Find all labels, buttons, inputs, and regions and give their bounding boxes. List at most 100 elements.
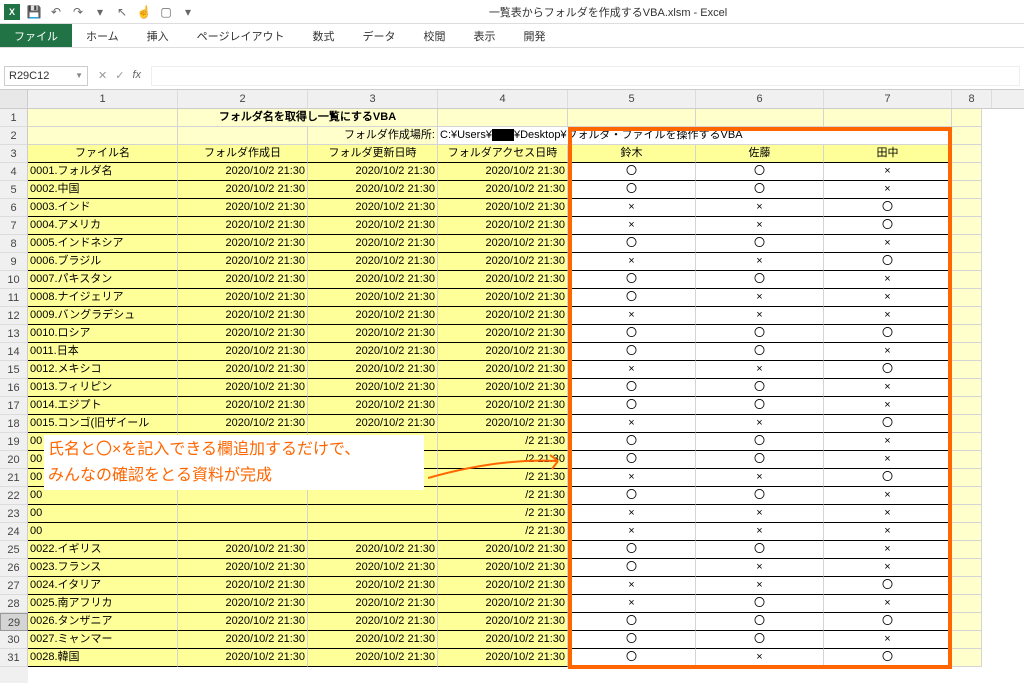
check-sato[interactable]: 〇: [696, 451, 824, 469]
check-sato[interactable]: 〇: [696, 541, 824, 559]
date-updated[interactable]: 2020/10/2 21:30: [308, 343, 438, 361]
date-access[interactable]: 2020/10/2 21:30: [438, 325, 568, 343]
date-updated[interactable]: 2020/10/2 21:30: [308, 559, 438, 577]
cell[interactable]: [696, 109, 824, 127]
check-suzuki[interactable]: 〇: [568, 451, 696, 469]
row-header[interactable]: 13: [0, 325, 28, 343]
date-access[interactable]: 2020/10/2 21:30: [438, 613, 568, 631]
check-tanaka[interactable]: 〇: [824, 649, 952, 667]
row-header[interactable]: 16: [0, 379, 28, 397]
check-sato[interactable]: ×: [696, 577, 824, 595]
file-name[interactable]: 0023.フランス: [28, 559, 178, 577]
date-updated[interactable]: 2020/10/2 21:30: [308, 541, 438, 559]
date-access[interactable]: /2 21:30: [438, 487, 568, 505]
date-created[interactable]: 2020/10/2 21:30: [178, 235, 308, 253]
date-created[interactable]: 2020/10/2 21:30: [178, 649, 308, 667]
file-name[interactable]: 0025.南アフリカ: [28, 595, 178, 613]
file-name[interactable]: 0010.ロシア: [28, 325, 178, 343]
cell[interactable]: [952, 127, 982, 145]
col-header[interactable]: 4: [438, 90, 568, 108]
cell[interactable]: [952, 181, 982, 199]
cell[interactable]: [952, 451, 982, 469]
dropdown-icon[interactable]: ▾: [92, 4, 108, 20]
check-tanaka[interactable]: ×: [824, 559, 952, 577]
col-header[interactable]: 6: [696, 90, 824, 108]
check-tanaka[interactable]: ×: [824, 379, 952, 397]
file-name[interactable]: 0014.エジプト: [28, 397, 178, 415]
col-header[interactable]: 7: [824, 90, 952, 108]
check-suzuki[interactable]: ×: [568, 253, 696, 271]
date-access[interactable]: /2 21:30: [438, 505, 568, 523]
check-tanaka[interactable]: 〇: [824, 415, 952, 433]
cell[interactable]: [952, 595, 982, 613]
date-updated[interactable]: 2020/10/2 21:30: [308, 271, 438, 289]
check-tanaka[interactable]: ×: [824, 541, 952, 559]
row-header[interactable]: 10: [0, 271, 28, 289]
name-box-dropdown-icon[interactable]: ▼: [75, 71, 83, 80]
tab-dev[interactable]: 開発: [509, 24, 559, 47]
date-created[interactable]: [178, 523, 308, 541]
check-sato[interactable]: 〇: [696, 613, 824, 631]
check-suzuki[interactable]: 〇: [568, 631, 696, 649]
date-access[interactable]: 2020/10/2 21:30: [438, 577, 568, 595]
file-name[interactable]: 0028.韓国: [28, 649, 178, 667]
date-updated[interactable]: 2020/10/2 21:30: [308, 217, 438, 235]
date-updated[interactable]: 2020/10/2 21:30: [308, 325, 438, 343]
date-access[interactable]: 2020/10/2 21:30: [438, 343, 568, 361]
date-access[interactable]: 2020/10/2 21:30: [438, 271, 568, 289]
cell[interactable]: [952, 379, 982, 397]
file-name[interactable]: 0012.メキシコ: [28, 361, 178, 379]
check-sato[interactable]: 〇: [696, 487, 824, 505]
cell[interactable]: [952, 541, 982, 559]
date-created[interactable]: 2020/10/2 21:30: [178, 559, 308, 577]
row-header[interactable]: 9: [0, 253, 28, 271]
check-sato[interactable]: ×: [696, 505, 824, 523]
date-access[interactable]: 2020/10/2 21:30: [438, 361, 568, 379]
row-header[interactable]: 31: [0, 649, 28, 667]
cell[interactable]: [952, 415, 982, 433]
cell[interactable]: [952, 397, 982, 415]
cell[interactable]: [952, 523, 982, 541]
col-header[interactable]: 2: [178, 90, 308, 108]
check-sato[interactable]: ×: [696, 307, 824, 325]
tab-formula[interactable]: 数式: [298, 24, 348, 47]
check-suzuki[interactable]: 〇: [568, 397, 696, 415]
check-sato[interactable]: ×: [696, 523, 824, 541]
date-created[interactable]: 2020/10/2 21:30: [178, 595, 308, 613]
date-created[interactable]: 2020/10/2 21:30: [178, 217, 308, 235]
cell[interactable]: [952, 505, 982, 523]
cell[interactable]: [952, 289, 982, 307]
check-suzuki[interactable]: 〇: [568, 325, 696, 343]
touch-icon[interactable]: ☝: [136, 4, 152, 20]
check-tanaka[interactable]: ×: [824, 235, 952, 253]
check-tanaka[interactable]: ×: [824, 271, 952, 289]
date-updated[interactable]: 2020/10/2 21:30: [308, 307, 438, 325]
check-suzuki[interactable]: ×: [568, 469, 696, 487]
date-access[interactable]: 2020/10/2 21:30: [438, 595, 568, 613]
col-header[interactable]: 1: [28, 90, 178, 108]
date-created[interactable]: 2020/10/2 21:30: [178, 181, 308, 199]
date-updated[interactable]: 2020/10/2 21:30: [308, 631, 438, 649]
check-tanaka[interactable]: ×: [824, 433, 952, 451]
row-header[interactable]: 18: [0, 415, 28, 433]
check-sato[interactable]: 〇: [696, 595, 824, 613]
file-name[interactable]: 0024.イタリア: [28, 577, 178, 595]
check-sato[interactable]: 〇: [696, 235, 824, 253]
row-header[interactable]: 17: [0, 397, 28, 415]
cell[interactable]: [952, 631, 982, 649]
check-sato[interactable]: ×: [696, 415, 824, 433]
check-suzuki[interactable]: ×: [568, 199, 696, 217]
check-sato[interactable]: ×: [696, 649, 824, 667]
file-name[interactable]: 0022.イギリス: [28, 541, 178, 559]
row-header[interactable]: 3: [0, 145, 28, 163]
file-name[interactable]: 0002.中国: [28, 181, 178, 199]
col-header[interactable]: 5: [568, 90, 696, 108]
date-updated[interactable]: [308, 505, 438, 523]
check-sato[interactable]: ×: [696, 559, 824, 577]
date-created[interactable]: 2020/10/2 21:30: [178, 325, 308, 343]
date-access[interactable]: 2020/10/2 21:30: [438, 289, 568, 307]
check-sato[interactable]: 〇: [696, 397, 824, 415]
date-updated[interactable]: 2020/10/2 21:30: [308, 361, 438, 379]
tab-data[interactable]: データ: [348, 24, 409, 47]
tab-home[interactable]: ホーム: [72, 24, 133, 47]
